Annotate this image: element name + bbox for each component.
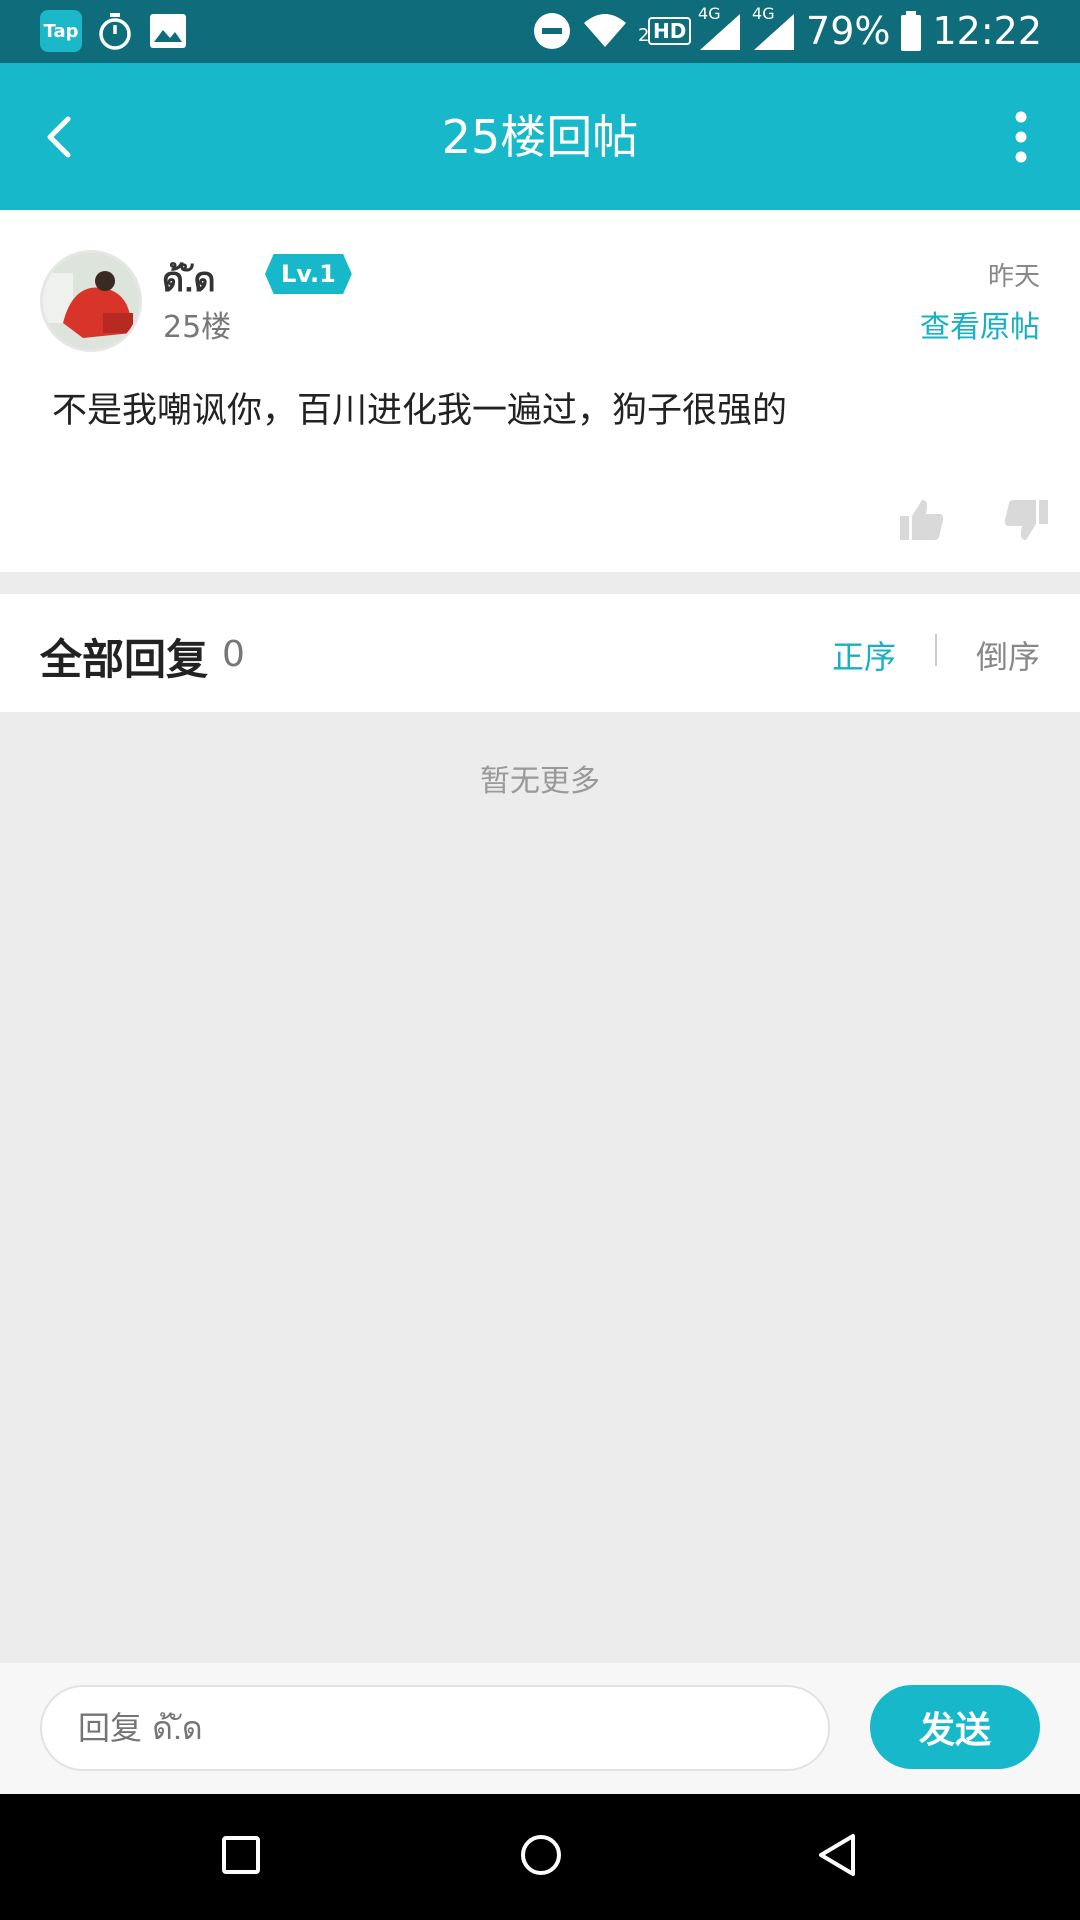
signal-icon-sim1: 4G — [698, 4, 742, 52]
post-time: 昨天 — [987, 262, 1040, 292]
send-button[interactable]: 发送 — [870, 1685, 1040, 1769]
hd-voice-indicator: 2 HD — [638, 11, 692, 51]
home-icon[interactable] — [518, 1832, 564, 1878]
username[interactable]: ด้.ัด — [162, 252, 216, 306]
empty-state-text: 暂无更多 — [480, 764, 600, 799]
reply-post: ด้.ัด Lv.1 25楼 昨天 查看原帖 不是我嘲讽你，百川进化我一遍过，狗… — [0, 210, 1080, 572]
sort-divider — [935, 634, 937, 666]
all-replies-title: 全部回复 — [40, 635, 209, 684]
stopwatch-icon — [99, 13, 131, 50]
sort-ascending-button[interactable]: 正序 — [832, 632, 896, 678]
thumbs-down-icon[interactable] — [1002, 496, 1050, 544]
recent-apps-icon[interactable] — [220, 1834, 262, 1876]
app-header: 25楼回帖 — [0, 63, 1080, 210]
sort-descending-button[interactable]: 倒序 — [976, 632, 1040, 678]
all-replies-header: 全部回复 0 正序 倒序 — [0, 594, 1080, 712]
reply-count: 0 — [222, 634, 245, 675]
battery-percent: 79% — [806, 9, 891, 53]
more-options-icon[interactable] — [996, 107, 1046, 167]
reply-input[interactable] — [40, 1685, 830, 1771]
reply-compose-bar: 发送 — [0, 1663, 1080, 1794]
page-title: 25楼回帖 — [441, 110, 639, 164]
view-original-link[interactable]: 查看原帖 — [920, 302, 1040, 346]
system-navigation-bar — [0, 1794, 1080, 1920]
post-content: 不是我嘲讽你，百川进化我一遍过，狗子很强的 — [52, 391, 788, 431]
avatar[interactable] — [40, 250, 142, 352]
level-badge: Lv.1 — [265, 254, 352, 294]
clock: 12:22 — [932, 9, 1042, 53]
status-bar: Tap 2 HD 4G 4G 79% 12:22 — [0, 0, 1080, 63]
floor-number: 25楼 — [163, 310, 232, 345]
do-not-disturb-icon — [534, 13, 571, 49]
signal-icon-sim2: 4G — [752, 4, 796, 52]
back-triangle-icon[interactable] — [815, 1832, 861, 1878]
battery-icon — [901, 11, 922, 51]
wifi-icon — [584, 14, 627, 47]
thumbs-up-icon[interactable] — [898, 496, 946, 544]
tap-app-icon: Tap — [40, 10, 82, 52]
image-icon — [150, 14, 186, 48]
